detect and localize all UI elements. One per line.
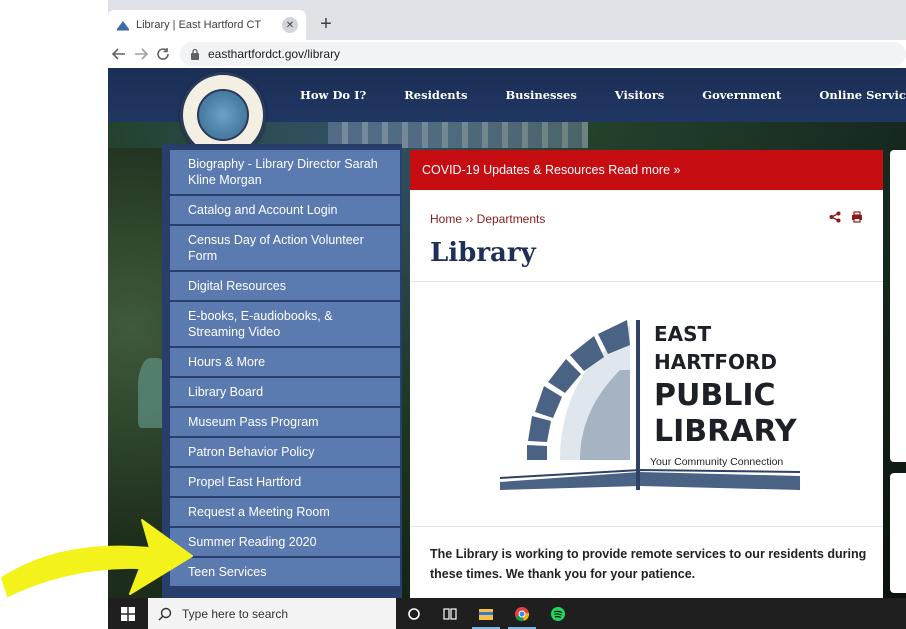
url-text: easthartfordct.gov/library — [208, 47, 341, 61]
task-view-icon[interactable] — [432, 598, 468, 629]
divider — [410, 526, 883, 527]
library-logo: EAST HARTFORD PUBLIC LIBRARY Your Commun… — [480, 310, 820, 500]
right-sidebar-card — [890, 150, 906, 462]
menu-item-visitors[interactable]: Visitors — [615, 88, 664, 102]
back-icon[interactable] — [108, 43, 130, 65]
reload-icon[interactable] — [152, 43, 174, 65]
browser-window: Library | East Hartford CT ✕ + easthartf… — [108, 0, 906, 598]
close-tab-icon[interactable]: ✕ — [282, 17, 298, 33]
logo-text-east: EAST — [654, 322, 712, 346]
seal-emblem — [197, 89, 249, 141]
tab-strip: Library | East Hartford CT ✕ + — [108, 10, 906, 40]
browser-tab[interactable]: Library | East Hartford CT ✕ — [108, 10, 306, 40]
logo-tagline: Your Community Connection — [650, 456, 784, 468]
spotify-icon[interactable] — [540, 598, 576, 629]
page-tools — [829, 210, 863, 228]
sidebar-nav: Biography - Library Director Sarah Kline… — [170, 150, 400, 588]
sidebar-item-library-board[interactable]: Library Board — [170, 378, 400, 408]
menu-item-government[interactable]: Government — [702, 88, 781, 102]
chrome-icon[interactable] — [504, 598, 540, 629]
sidebar-item-propel[interactable]: Propel East Hartford — [170, 468, 400, 498]
sidebar-item-ebooks[interactable]: E-books, E-audiobooks, & Streaming Video — [170, 302, 400, 348]
covid-alert-link[interactable]: COVID-19 Updates & Resources Read more » — [410, 150, 883, 190]
divider — [410, 281, 883, 282]
menu-item-businesses[interactable]: Businesses — [505, 88, 576, 102]
page-title: Library — [430, 238, 536, 268]
menu-item-how-do-i[interactable]: How Do I? — [300, 88, 366, 102]
sidebar-item-census[interactable]: Census Day of Action Volunteer Form — [170, 226, 400, 272]
logo-text-hartford: HARTFORD — [654, 350, 778, 374]
windows-taskbar: Type here to search — [108, 598, 906, 629]
cortana-icon[interactable] — [396, 598, 432, 629]
logo-text-public: PUBLIC — [654, 378, 776, 413]
favicon-icon — [116, 19, 130, 31]
menu-item-online-services[interactable]: Online Services — [819, 88, 906, 102]
address-bar[interactable]: easthartfordct.gov/library — [180, 42, 906, 66]
sidebar-item-summer-reading[interactable]: Summer Reading 2020 — [170, 528, 400, 558]
sidebar-item-biography[interactable]: Biography - Library Director Sarah Kline… — [170, 150, 400, 196]
screen: Library | East Hartford CT ✕ + easthartf… — [0, 0, 906, 629]
tab-title: Library | East Hartford CT — [136, 19, 262, 31]
browser-toolbar: easthartfordct.gov/library — [108, 40, 906, 68]
share-icon[interactable] — [829, 210, 841, 228]
web-page: How Do I? Residents Businesses Visitors … — [108, 68, 906, 598]
sidebar-item-digital-resources[interactable]: Digital Resources — [170, 272, 400, 302]
logo-text-library: LIBRARY — [654, 414, 797, 449]
sidebar-item-patron-policy[interactable]: Patron Behavior Policy — [170, 438, 400, 468]
sidebar-item-meeting-room[interactable]: Request a Meeting Room — [170, 498, 400, 528]
main-content: COVID-19 Updates & Resources Read more »… — [410, 150, 883, 598]
sidebar-item-teen-services[interactable]: Teen Services — [170, 558, 400, 588]
right-sidebar-card — [890, 473, 906, 593]
yellow-arrow-annotation — [1, 519, 193, 597]
sidebar-item-museum-pass[interactable]: Museum Pass Program — [170, 408, 400, 438]
file-explorer-icon[interactable] — [468, 598, 504, 629]
print-icon[interactable] — [851, 210, 863, 228]
intro-text: The Library is working to provide remote… — [430, 547, 867, 581]
new-tab-button[interactable]: + — [315, 14, 337, 36]
lock-icon — [190, 48, 200, 60]
menu-item-residents[interactable]: Residents — [404, 88, 467, 102]
sidebar-item-hours[interactable]: Hours & More — [170, 348, 400, 378]
forward-icon[interactable] — [130, 43, 152, 65]
sidebar-item-catalog[interactable]: Catalog and Account Login — [170, 196, 400, 226]
breadcrumb[interactable]: Home ›› Departments — [430, 212, 545, 226]
main-menu: How Do I? Residents Businesses Visitors … — [300, 68, 906, 122]
